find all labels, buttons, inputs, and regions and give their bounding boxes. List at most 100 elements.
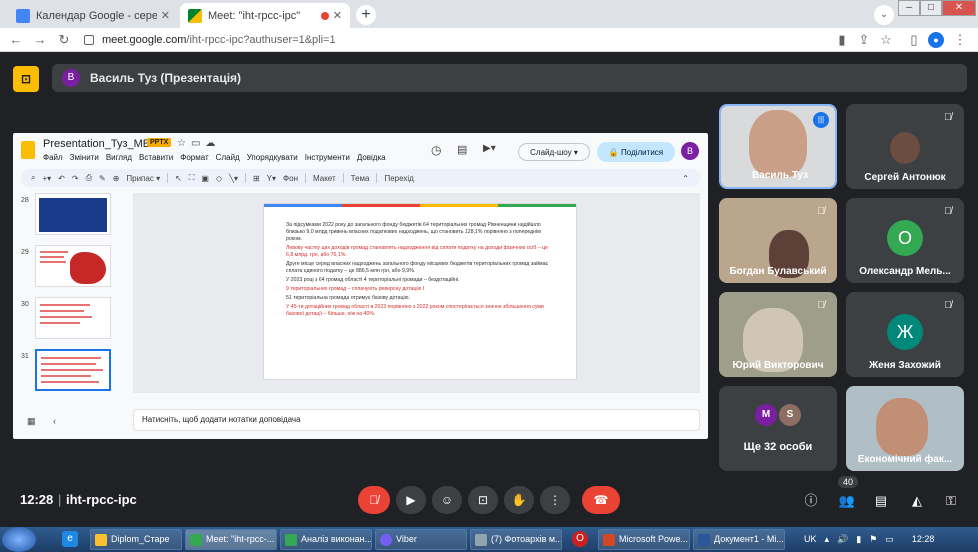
menu-item[interactable]: Файл (43, 153, 63, 162)
text-style-icon[interactable]: Y▾ (267, 174, 276, 183)
leave-call-button[interactable]: ☎ (582, 486, 620, 514)
frame-icon[interactable]: ⛶ (189, 173, 195, 183)
present-button[interactable]: ⊡ (468, 486, 498, 514)
image-icon[interactable]: ▣ (201, 174, 209, 183)
tab-calendar[interactable]: Календар Google - середа, 18 ж ✕ (8, 3, 178, 28)
cloud-icon[interactable]: ☁ (205, 138, 220, 149)
menu-item[interactable]: Вставити (139, 153, 173, 162)
start-button[interactable] (2, 527, 36, 552)
line-icon[interactable]: ╲▾ (229, 174, 238, 183)
address-bar[interactable]: meet.google.com /iht-rpcc-ipc?authuser=1… (84, 30, 824, 50)
more-participants-tile[interactable]: М S Ще 32 особи (719, 386, 837, 471)
taskbar-item[interactable]: Diplom_Старе (90, 529, 182, 550)
slide-canvas[interactable]: За підсумками 2022 року до загального фо… (133, 193, 700, 393)
search-icon[interactable]: ⌕ (31, 173, 35, 183)
fit-dropdown[interactable]: Припас ▾ (126, 174, 160, 183)
profile-avatar[interactable]: ● (928, 32, 944, 48)
language-indicator[interactable]: UK (804, 534, 817, 544)
comment-icon[interactable]: ▤ (457, 143, 467, 156)
camera-toggle-button[interactable]: ▶ (396, 486, 426, 514)
opera-icon[interactable]: O (572, 531, 588, 547)
menu-item[interactable]: Упорядкувати (247, 153, 298, 162)
internet-explorer-icon[interactable]: e (62, 531, 78, 547)
history-icon[interactable]: ◷ (431, 143, 441, 157)
reload-button[interactable]: ↻ (56, 32, 72, 48)
new-tab-button[interactable]: + (356, 5, 376, 25)
video-call-icon[interactable]: ▶▾ (483, 143, 496, 154)
taskbar-item[interactable]: Аналіз виконан... (280, 529, 372, 550)
participant-tile[interactable]: 🎙̸ Богдан Булавський (719, 198, 837, 283)
slide-thumbnail[interactable]: 28 (21, 193, 121, 237)
raise-hand-button[interactable]: ✋ (504, 486, 534, 514)
tray-arrow-icon[interactable]: ▴ (825, 534, 830, 545)
slideshow-button[interactable]: Слайд-шоу ▾ (518, 143, 590, 161)
menu-item[interactable]: Слайд (216, 153, 240, 162)
minimize-button[interactable]: – (898, 0, 920, 16)
participant-tile[interactable]: 🎙̸ Сергей Антонюк (846, 104, 964, 189)
more-options-button[interactable]: ⋮ (540, 486, 570, 514)
bookmark-star-icon[interactable]: ☆ (878, 32, 894, 48)
add-icon[interactable]: +▾ (42, 174, 51, 183)
background-button[interactable]: Фон (283, 174, 298, 183)
menu-item[interactable]: Формат (180, 153, 208, 162)
folder-icon[interactable]: ▭ (191, 138, 205, 149)
transition-button[interactable]: Перехід (384, 174, 413, 183)
battery-icon[interactable]: ▭ (885, 534, 894, 545)
taskbar-item[interactable]: (7) Фотоархів м... (470, 529, 562, 550)
side-panel-icon[interactable]: ▯ (906, 32, 922, 48)
network-icon[interactable]: ▮ (856, 534, 861, 545)
tab-meet[interactable]: Meet: "iht-rpcc-ipc" ✕ (180, 3, 350, 28)
flag-icon[interactable]: ⚑ (869, 534, 877, 545)
collapse-filmstrip-icon[interactable]: ‹ (53, 416, 56, 426)
close-icon[interactable]: ✕ (333, 9, 342, 22)
zoom-icon[interactable]: ⊕ (113, 174, 120, 183)
back-button[interactable]: ← (8, 32, 24, 48)
share-icon[interactable]: ⇪ (856, 32, 872, 48)
avatar[interactable]: В (681, 142, 699, 160)
taskbar-item[interactable]: Viber (375, 529, 467, 550)
menu-item[interactable]: Змінити (70, 153, 99, 162)
paint-format-icon[interactable]: ✎ (99, 174, 106, 183)
emoji-button[interactable]: ☺ (432, 486, 462, 514)
slide-thumbnail[interactable]: 29 (21, 245, 121, 289)
forward-button[interactable]: → (32, 32, 48, 48)
menu-kebab-icon[interactable]: ⋮ (952, 32, 968, 48)
participant-tile[interactable]: 🎙̸ Юрий Викторович (719, 292, 837, 377)
close-window-button[interactable]: ✕ (942, 0, 976, 16)
document-title[interactable]: Presentation_Туз_МЕГУ (43, 138, 163, 150)
people-button[interactable]: 👥 (836, 490, 858, 512)
select-icon[interactable]: ↖ (175, 174, 182, 183)
participant-tile[interactable]: Економічний фак... (846, 386, 964, 471)
undo-icon[interactable]: ↶ (58, 174, 65, 183)
clock[interactable]: 12:28 (912, 534, 935, 544)
maximize-button[interactable]: □ (920, 0, 942, 16)
presentation-icon[interactable]: ⊡ (13, 66, 39, 92)
camera-icon[interactable]: ▮ (834, 32, 850, 48)
slide-page[interactable]: За підсумками 2022 року до загального фо… (264, 204, 576, 379)
participant-tile[interactable]: Ж 🎙̸ Женя Захожий (846, 292, 964, 377)
taskbar-item[interactable]: Microsoft Powe... (598, 529, 690, 550)
slide-thumbnail[interactable]: 30 (21, 297, 121, 341)
layout-button[interactable]: Макет (313, 174, 336, 183)
volume-icon[interactable]: 🔊 (837, 534, 848, 545)
mic-toggle-button[interactable]: 🎙̸ (358, 486, 390, 514)
shape-icon[interactable]: ◇ (216, 174, 222, 183)
chat-button[interactable]: ▤ (870, 490, 892, 512)
print-icon[interactable]: ⎙ (86, 173, 92, 183)
participant-tile[interactable]: О 🎙̸ Олександр Мель... (846, 198, 964, 283)
close-icon[interactable]: ✕ (161, 9, 170, 22)
comment-add-icon[interactable]: ⊞ (253, 174, 260, 183)
star-icon[interactable]: ☆ (177, 138, 191, 149)
grid-view-icon[interactable]: ▦ (27, 416, 36, 427)
speaker-notes-field[interactable]: Натисніть, щоб додати нотатки доповідача (133, 409, 700, 431)
activities-button[interactable]: ◭ (906, 490, 928, 512)
collapse-icon[interactable]: ⌃ (682, 174, 689, 183)
host-controls-button[interactable]: ⚿ (940, 490, 962, 512)
theme-button[interactable]: Тема (351, 174, 370, 183)
taskbar-item-active[interactable]: Meet: "iht-rpcc-... (185, 529, 277, 550)
tab-search-button[interactable]: ⌄ (874, 5, 894, 25)
menu-item[interactable]: Вигляд (106, 153, 132, 162)
share-button[interactable]: 🔒 Поділитися (597, 142, 675, 162)
taskbar-item[interactable]: Документ1 - Mi... (693, 529, 785, 550)
menu-item[interactable]: Інструменти (305, 153, 350, 162)
